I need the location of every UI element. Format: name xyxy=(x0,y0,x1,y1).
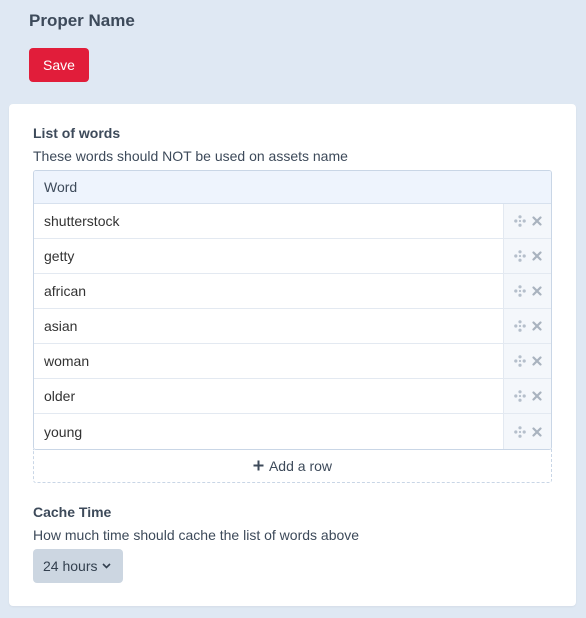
page-title: Proper Name xyxy=(29,11,135,30)
row-actions xyxy=(503,344,551,378)
word-input[interactable] xyxy=(34,309,503,343)
words-table: Word xyxy=(33,170,552,450)
close-icon[interactable] xyxy=(531,391,542,401)
table-header-word: Word xyxy=(34,171,551,204)
close-icon[interactable] xyxy=(531,251,542,261)
drag-handle-icon[interactable] xyxy=(513,390,526,402)
row-actions xyxy=(503,204,551,238)
cache-time-select[interactable]: 24 hours xyxy=(33,549,123,583)
words-section-label: List of words xyxy=(33,125,121,141)
words-section-help: These words should NOT be used on assets… xyxy=(33,148,348,164)
table-row xyxy=(34,344,551,379)
add-row-label: Add a row xyxy=(268,457,333,474)
save-button[interactable]: Save xyxy=(29,48,89,82)
word-input[interactable] xyxy=(34,274,503,308)
row-actions xyxy=(503,414,551,449)
drag-handle-icon[interactable] xyxy=(513,425,526,438)
cache-time-value: 24 hours xyxy=(43,558,98,574)
table-row xyxy=(34,379,551,414)
drag-handle-icon[interactable] xyxy=(513,285,526,297)
close-icon[interactable] xyxy=(531,216,542,226)
word-input[interactable] xyxy=(34,414,503,449)
cache-section-label: Cache Time xyxy=(33,504,112,520)
table-row xyxy=(34,309,551,344)
close-icon[interactable] xyxy=(531,321,542,331)
row-actions xyxy=(503,239,551,273)
drag-handle-icon[interactable] xyxy=(513,355,526,367)
row-actions xyxy=(503,274,551,308)
close-icon[interactable] xyxy=(531,426,542,437)
settings-card: List of words These words should NOT be … xyxy=(9,104,576,606)
table-row xyxy=(34,204,551,239)
cache-section-help: How much time should cache the list of w… xyxy=(33,527,360,543)
table-body xyxy=(34,204,551,449)
table-row xyxy=(34,274,551,309)
word-input[interactable] xyxy=(34,239,503,273)
word-input[interactable] xyxy=(34,204,503,238)
drag-handle-icon[interactable] xyxy=(513,250,526,262)
add-row-button[interactable]: Add a row xyxy=(33,449,552,483)
drag-handle-icon[interactable] xyxy=(513,215,526,227)
close-icon[interactable] xyxy=(531,286,542,296)
close-icon[interactable] xyxy=(531,356,542,366)
row-actions xyxy=(503,379,551,413)
drag-handle-icon[interactable] xyxy=(513,320,526,332)
plus-icon xyxy=(253,460,264,471)
row-actions xyxy=(503,309,551,343)
chevron-down-icon xyxy=(102,563,112,569)
table-row xyxy=(34,414,551,449)
table-row xyxy=(34,239,551,274)
word-input[interactable] xyxy=(34,344,503,378)
word-input[interactable] xyxy=(34,379,503,413)
